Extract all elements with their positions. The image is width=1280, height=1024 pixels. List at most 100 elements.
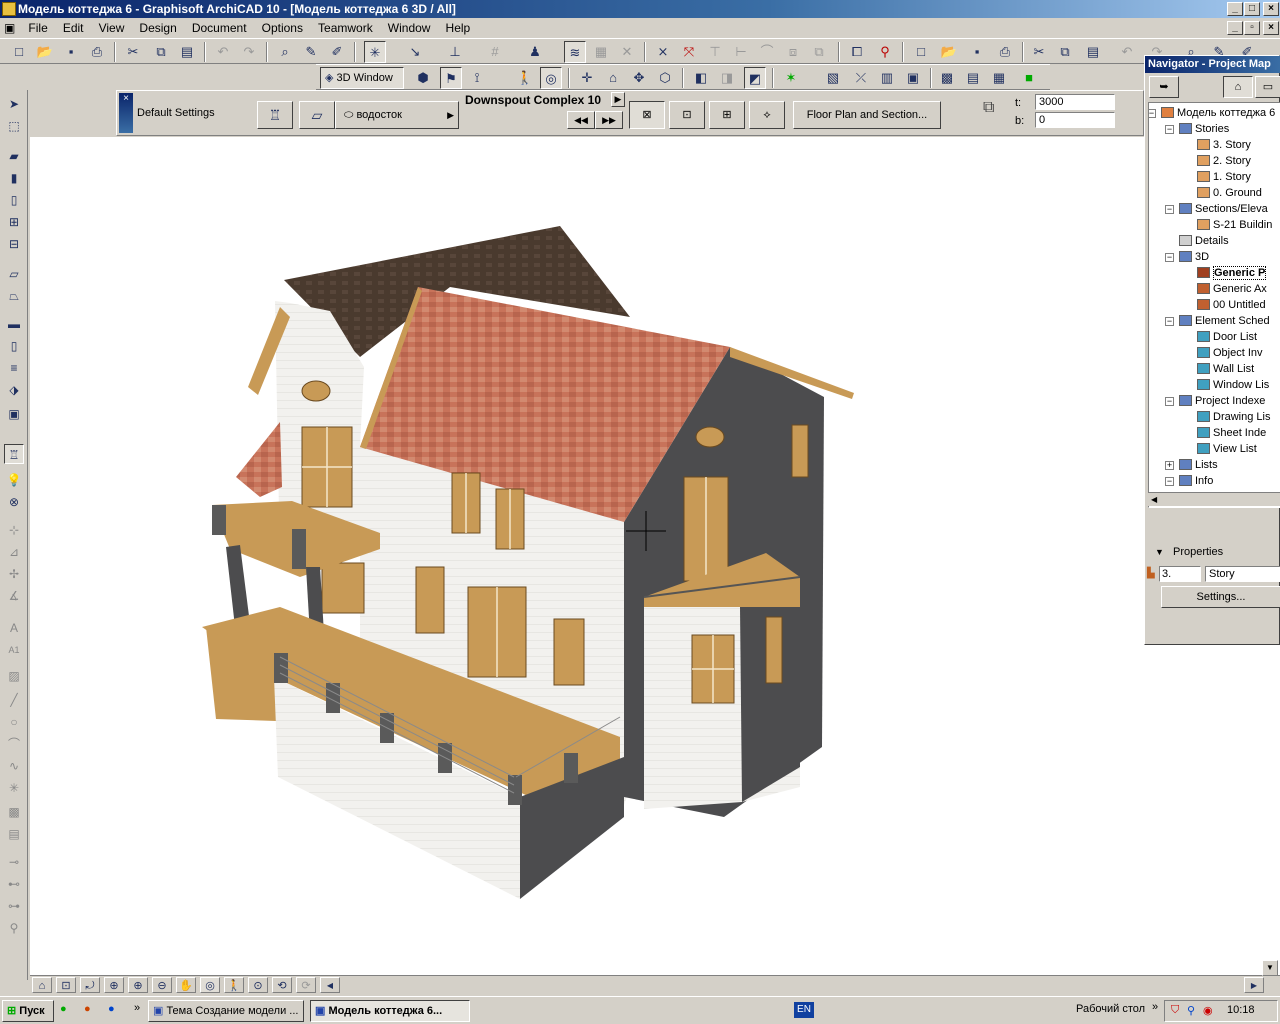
print-2-icon[interactable]: ⎙ — [994, 41, 1016, 63]
render-icon[interactable]: ▩ — [936, 67, 958, 89]
zoom-window-icon[interactable]: ⊡ — [56, 977, 76, 993]
section-tool-icon[interactable]: ⊸ — [4, 852, 24, 872]
group-icon[interactable]: ⧠ — [846, 41, 868, 63]
angle-dim-tool-icon[interactable]: ∡ — [4, 586, 24, 606]
object-library-dropdown[interactable]: ⬭ водосток ▶ — [335, 101, 459, 129]
paste-2-icon[interactable]: ▤ — [1082, 41, 1104, 63]
doc-minimize-button[interactable]: _ — [1227, 21, 1243, 35]
next-object-icon[interactable]: ▶▶ — [595, 111, 623, 129]
view-map-tab-icon[interactable]: ▭ — [1255, 76, 1280, 98]
tree-node[interactable]: Window Lis — [1197, 377, 1269, 393]
beam-tool-icon[interactable]: ▬ — [4, 314, 24, 334]
anchor-method-2-icon[interactable]: ⊡ — [669, 101, 705, 129]
doc-restore-button[interactable]: ▫ — [1244, 21, 1260, 35]
lamp-tool-icon[interactable]: 💡 — [4, 470, 24, 490]
tree-node[interactable]: Object Inv — [1197, 345, 1263, 361]
document-menu-icon[interactable]: ▣ — [0, 18, 19, 38]
tree-node[interactable]: 0. Ground — [1197, 185, 1262, 201]
hscroll-left-icon[interactable]: ◀ — [320, 977, 340, 993]
tree-expander-icon[interactable]: − — [1165, 205, 1174, 214]
eyedropper-icon[interactable]: ✎ — [300, 41, 322, 63]
tree-node[interactable]: Модель коттеджа 6 — [1161, 105, 1275, 121]
explore-icon[interactable]: 🚶 — [224, 977, 244, 993]
navigator-send-icon[interactable]: ➥ — [1149, 76, 1179, 98]
vscroll-down-icon[interactable]: ▼ — [1262, 960, 1278, 976]
t-value-field[interactable]: 3000 — [1035, 94, 1115, 110]
polyline-tool-icon[interactable]: ⌒ — [4, 734, 24, 754]
b-value-field[interactable]: 0 — [1035, 112, 1115, 128]
cut-2-icon[interactable]: ✂ — [1028, 41, 1050, 63]
grid-snap-icon[interactable]: # — [484, 41, 506, 63]
3d-objects-icon[interactable]: ⬡ — [654, 67, 676, 89]
trace-icon[interactable]: ≋ — [564, 41, 586, 63]
tray-more-icon[interactable]: » — [1152, 1001, 1158, 1013]
tree-node[interactable]: 3D — [1179, 249, 1209, 265]
column-2-tool-icon[interactable]: ▯ — [4, 336, 24, 356]
floor-cut-icon[interactable]: ◧ — [690, 67, 712, 89]
navigate-icon[interactable]: ✥ — [628, 67, 650, 89]
roof-tool-icon[interactable]: ⏢ — [4, 286, 24, 306]
tree-expander-icon[interactable]: − — [1165, 397, 1174, 406]
zoom-menu-icon[interactable]: ⊕ — [104, 977, 124, 993]
detail-icon[interactable]: ⤫ — [850, 67, 872, 89]
sun-settings-icon[interactable]: ✶ — [780, 67, 802, 89]
intersect-icon[interactable]: ⨯ — [652, 41, 674, 63]
tree-expander-icon[interactable]: − — [1165, 317, 1174, 326]
copy-icon[interactable]: ⧉ — [150, 41, 172, 63]
radial-dim-tool-icon[interactable]: ✢ — [4, 564, 24, 584]
tree-node[interactable]: S-21 Buildin — [1197, 217, 1272, 233]
shaded-mode-icon[interactable]: ◩ — [744, 67, 766, 89]
maximize-button[interactable]: □ — [1244, 2, 1260, 16]
network-icon[interactable]: ⚲ — [1187, 1004, 1195, 1017]
tree-node[interactable]: Info — [1179, 473, 1213, 489]
3d-box-icon[interactable]: ⬢ — [412, 67, 434, 89]
find-select-icon[interactable]: ⌕ — [274, 41, 296, 63]
tree-node[interactable]: Generic P — [1197, 265, 1267, 281]
pan-icon[interactable]: ✋ — [176, 977, 196, 993]
figure-tool-icon[interactable]: ▩ — [4, 802, 24, 822]
text-tool-icon[interactable]: A — [4, 618, 24, 638]
menu-view[interactable]: View — [93, 18, 131, 38]
settings-button[interactable]: Settings... — [1161, 586, 1280, 608]
column-tool-icon[interactable]: ▮ — [4, 168, 24, 188]
dimension-tool-icon[interactable]: ⊹ — [4, 520, 24, 540]
hscroll-right-icon[interactable]: ▶ — [1244, 977, 1264, 993]
tree-node[interactable]: 00 Untitled — [1197, 297, 1266, 313]
elevation-tool-icon[interactable]: ⊷ — [4, 874, 24, 894]
3d-cursor-icon[interactable]: ✛ — [576, 67, 598, 89]
fill-tool-icon[interactable]: ▨ — [4, 666, 24, 686]
layout-icon[interactable]: ▥ — [876, 67, 898, 89]
copy-2-icon[interactable]: ⧉ — [1054, 41, 1076, 63]
quicklaunch-1-icon[interactable]: ● — [60, 1003, 67, 1015]
shield-icon[interactable]: ⛉ — [1171, 1004, 1179, 1017]
3d-camera-icon[interactable]: ⚑ — [440, 67, 462, 89]
object-settings-chair-icon[interactable]: ♖ — [257, 101, 293, 129]
menu-window[interactable]: Window — [382, 18, 437, 38]
tree-expander-icon[interactable]: − — [1149, 109, 1156, 118]
tree-node[interactable]: Sections/Eleva — [1179, 201, 1268, 217]
menu-help[interactable]: Help — [440, 18, 477, 38]
trim-icon[interactable]: ⊤ — [704, 41, 726, 63]
tree-node[interactable]: View List — [1197, 441, 1257, 457]
quicklaunch-more-icon[interactable]: » — [134, 1002, 140, 1014]
menu-teamwork[interactable]: Teamwork — [312, 18, 379, 38]
window-tool-icon[interactable]: ⊞ — [4, 212, 24, 232]
prev-view-icon[interactable]: ⟲ — [272, 977, 292, 993]
collapse-arrow-icon[interactable]: ▼ — [1155, 547, 1164, 557]
doc-close-button[interactable]: × — [1263, 21, 1279, 35]
line-tool-icon[interactable]: ╱ — [4, 690, 24, 710]
3d-window-button[interactable]: ◈ 3D Window — [320, 67, 404, 89]
start-button[interactable]: ⊞ Пуск — [2, 1000, 54, 1022]
taskbar-item-word[interactable]: ▣ Тема Создание модели ... — [148, 1000, 304, 1022]
menu-edit[interactable]: Edit — [57, 18, 90, 38]
zoom-in-icon[interactable]: ⊕ — [128, 977, 148, 993]
fillet-icon[interactable]: ⌒ — [756, 41, 778, 63]
zoom-out-icon[interactable]: ⊖ — [152, 977, 172, 993]
show-trace-icon[interactable]: ▦ — [590, 41, 612, 63]
menu-file[interactable]: File — [22, 18, 53, 38]
zone-tool-icon[interactable]: ⊗ — [4, 492, 24, 512]
view-sections-icon[interactable]: ▧ — [822, 67, 844, 89]
quicklaunch-2-icon[interactable]: ● — [84, 1003, 91, 1015]
tree-node[interactable]: Door List — [1197, 329, 1257, 345]
arrow-tool-icon[interactable]: ➤ — [4, 94, 24, 114]
